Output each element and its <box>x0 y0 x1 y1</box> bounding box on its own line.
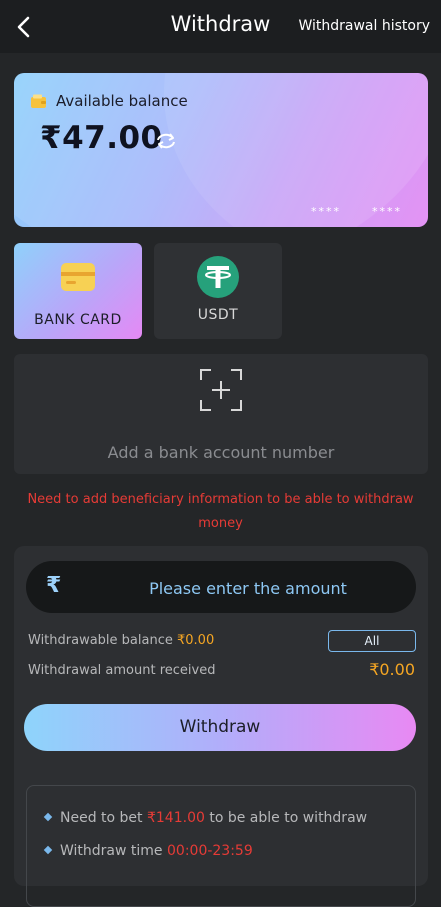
tab-usdt[interactable]: USDT <box>154 243 282 339</box>
withdraw-button[interactable]: Withdraw <box>24 704 416 751</box>
card-mask: **** <box>372 205 402 218</box>
withdraw-time-value: 00:00-23:59 <box>167 843 253 859</box>
withdrawable-balance-value: ₹0.00 <box>177 633 215 648</box>
rule-text: Withdraw time <box>60 843 163 859</box>
add-bank-account-button[interactable]: Add a bank account number <box>14 354 428 474</box>
bank-card-icon <box>61 263 95 291</box>
tab-label: USDT <box>197 307 239 323</box>
rule-text: to be able to withdraw <box>209 810 368 826</box>
withdraw-form: ₹ Withdrawable balance ₹0.00 All Withdra… <box>14 546 428 907</box>
balance-amount: ₹47.00 <box>40 120 163 156</box>
bet-requirement-rule: Need to bet ₹141.00 to be able to withdr… <box>43 810 368 826</box>
available-balance-label: Available balance <box>56 92 188 110</box>
withdraw-time-rule: Withdraw time 00:00-23:59 <box>43 843 253 859</box>
refresh-icon[interactable] <box>154 131 178 151</box>
bullet-icon <box>43 812 53 822</box>
rule-text: Need to bet <box>60 810 143 826</box>
rupee-icon: ₹ <box>46 573 62 598</box>
all-button[interactable]: All <box>328 630 416 652</box>
add-scan-icon <box>200 369 242 411</box>
withdrawal-received-value: ₹0.00 <box>369 660 415 679</box>
card-mask: **** <box>311 205 341 218</box>
withdraw-rules: Need to bet ₹141.00 to be able to withdr… <box>26 785 416 907</box>
withdrawal-received-label: Withdrawal amount received <box>28 663 216 678</box>
bullet-icon <box>43 845 53 855</box>
amount-input-container: ₹ <box>26 561 416 615</box>
beneficiary-warning: Need to add beneficiary information to b… <box>27 492 414 531</box>
withdrawable-balance-label: Withdrawable balance <box>28 633 173 648</box>
balance-card: Available balance ₹47.00 **** **** <box>14 73 428 227</box>
usdt-icon <box>197 256 239 298</box>
add-bank-account-label: Add a bank account number <box>107 443 335 462</box>
header-bar: Withdraw Withdrawal history <box>0 0 441 53</box>
withdrawable-balance-row: Withdrawable balance ₹0.00 <box>28 633 214 648</box>
wallet-icon <box>31 94 46 108</box>
withdrawal-history-link[interactable]: Withdrawal history <box>298 18 430 34</box>
tab-label: BANK CARD <box>34 312 122 328</box>
tab-bank-card[interactable]: BANK CARD <box>14 243 142 339</box>
bet-amount: ₹141.00 <box>146 810 205 826</box>
amount-input[interactable] <box>86 561 410 615</box>
